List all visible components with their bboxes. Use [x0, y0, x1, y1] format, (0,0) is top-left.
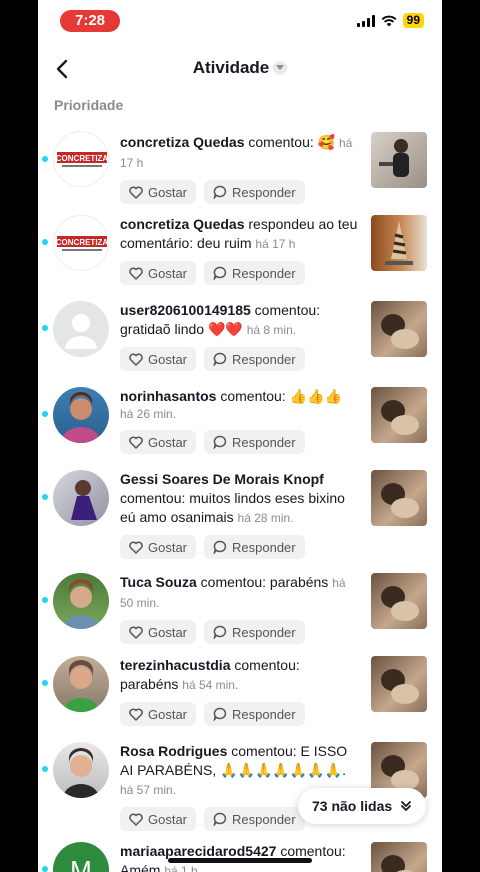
video-thumbnail[interactable] [371, 132, 427, 188]
notification-text: norinhasantos comentou: 👍👍👍 [120, 388, 342, 404]
video-thumbnail[interactable] [371, 387, 427, 443]
unread-count-button[interactable]: 73 não lidas [298, 788, 427, 824]
reply-button[interactable]: Responder [204, 180, 305, 204]
status-time: 7:28 [60, 10, 120, 32]
notification-text: concretiza Quedas comentou: 🥰 há 17 h [120, 134, 353, 170]
username[interactable]: user8206100149185 [120, 302, 251, 318]
comment-bubble-icon [213, 185, 227, 199]
comment-bubble-icon [213, 435, 227, 449]
timestamp: há 17 h [255, 237, 296, 251]
video-thumbnail[interactable] [371, 215, 427, 271]
heart-outline-icon [129, 353, 143, 366]
unread-dot [42, 411, 48, 417]
unread-dot [42, 866, 48, 872]
chevron-down-icon [273, 60, 288, 75]
notification-text: user8206100149185 comentou: gratidaõ lin… [120, 302, 321, 337]
heart-outline-icon [129, 267, 143, 280]
username[interactable]: Gessi Soares De Morais Knopf [120, 471, 324, 487]
username[interactable]: concretiza Quedas [120, 134, 245, 150]
notification-text: Tuca Souza comentou: parabéns há 50 min. [120, 574, 346, 610]
timestamp: há 26 min. [120, 407, 177, 421]
svg-text:CONCRETIZA: CONCRETIZA [56, 154, 109, 163]
svg-text:CONCRETIZA: CONCRETIZA [56, 238, 109, 247]
unread-dot [42, 766, 48, 772]
double-chevron-down-icon [401, 801, 412, 811]
reply-button[interactable]: Responder [204, 430, 305, 454]
page-title: Atividade [192, 58, 270, 77]
username[interactable]: Rosa Rodrigues [120, 743, 227, 759]
reply-button[interactable]: Responder [204, 261, 305, 285]
unread-dot [42, 325, 48, 331]
like-button[interactable]: Gostar [120, 535, 197, 559]
like-button[interactable]: Gostar [120, 261, 197, 285]
like-button[interactable]: Gostar [120, 180, 197, 204]
reply-button[interactable]: Responder [204, 702, 305, 726]
timestamp: há 1 h [164, 864, 198, 872]
username[interactable]: norinhasantos [120, 388, 216, 404]
timestamp: há 28 min. [237, 511, 294, 525]
video-thumbnail[interactable] [371, 573, 427, 629]
section-label: Prioridade [54, 97, 124, 113]
reply-button[interactable]: Responder [204, 535, 305, 559]
video-thumbnail[interactable] [371, 842, 427, 872]
avatar[interactable] [53, 301, 109, 357]
wifi-icon [381, 15, 397, 26]
comment-bubble-icon [213, 812, 227, 826]
timestamp: há 54 min. [182, 678, 239, 692]
video-thumbnail[interactable] [371, 470, 427, 526]
battery-indicator: 99 [402, 13, 424, 28]
comment-bubble-icon [213, 540, 227, 554]
reply-button[interactable]: Responder [204, 620, 305, 644]
avatar[interactable] [53, 742, 109, 798]
notification-text: terezinhacustdia comentou: parabéns há 5… [120, 657, 300, 692]
comment-bubble-icon [213, 352, 227, 366]
signal-icon [356, 14, 375, 27]
notification-text: concretiza Quedas respondeu ao teu comen… [120, 216, 358, 251]
comment-bubble-icon [213, 266, 227, 280]
unread-count-label: 73 não lidas [312, 798, 393, 814]
activity-filter-dropdown[interactable]: Atividade [38, 58, 442, 78]
notification-text: Gessi Soares De Morais Knopf comentou: m… [120, 471, 345, 525]
timestamp: há 57 min. [120, 783, 177, 797]
reply-button[interactable]: Responder [204, 807, 305, 831]
like-button[interactable]: Gostar [120, 430, 197, 454]
avatar[interactable] [53, 656, 109, 712]
avatar[interactable] [53, 387, 109, 443]
status-bar: 7:28 99 [38, 0, 442, 44]
unread-dot [42, 239, 48, 245]
reply-button[interactable]: Responder [204, 347, 305, 371]
avatar[interactable] [53, 470, 109, 526]
username[interactable]: concretiza Quedas [120, 216, 245, 232]
heart-outline-icon [129, 708, 143, 721]
avatar[interactable]: M [53, 842, 109, 872]
comment-bubble-icon [213, 707, 227, 721]
heart-outline-icon [129, 186, 143, 199]
like-button[interactable]: Gostar [120, 620, 197, 644]
like-button[interactable]: Gostar [120, 807, 197, 831]
notification-text: mariaaparecidarod5427 comentou: Amém há … [120, 842, 360, 872]
username[interactable]: terezinhacustdia [120, 657, 230, 673]
avatar[interactable]: CONCRETIZA [53, 215, 109, 271]
home-indicator[interactable] [168, 858, 312, 863]
unread-dot [42, 597, 48, 603]
phone-screen: 7:28 99 Atividade Prioridade CONCRETIZA … [38, 0, 442, 872]
username[interactable]: mariaaparecidarod5427 [120, 843, 276, 859]
timestamp: há 8 min. [246, 323, 297, 337]
video-thumbnail[interactable] [371, 656, 427, 712]
avatar[interactable] [53, 573, 109, 629]
unread-dot [42, 494, 48, 500]
unread-dot [42, 680, 48, 686]
comment-bubble-icon [213, 625, 227, 639]
heart-outline-icon [129, 436, 143, 449]
username[interactable]: Tuca Souza [120, 574, 197, 590]
avatar[interactable]: CONCRETIZA [53, 131, 109, 187]
heart-outline-icon [129, 541, 143, 554]
video-thumbnail[interactable] [371, 301, 427, 357]
unread-dot [42, 156, 48, 162]
heart-outline-icon [129, 626, 143, 639]
heart-outline-icon [129, 813, 143, 826]
like-button[interactable]: Gostar [120, 347, 197, 371]
like-button[interactable]: Gostar [120, 702, 197, 726]
header: Atividade [38, 44, 442, 92]
